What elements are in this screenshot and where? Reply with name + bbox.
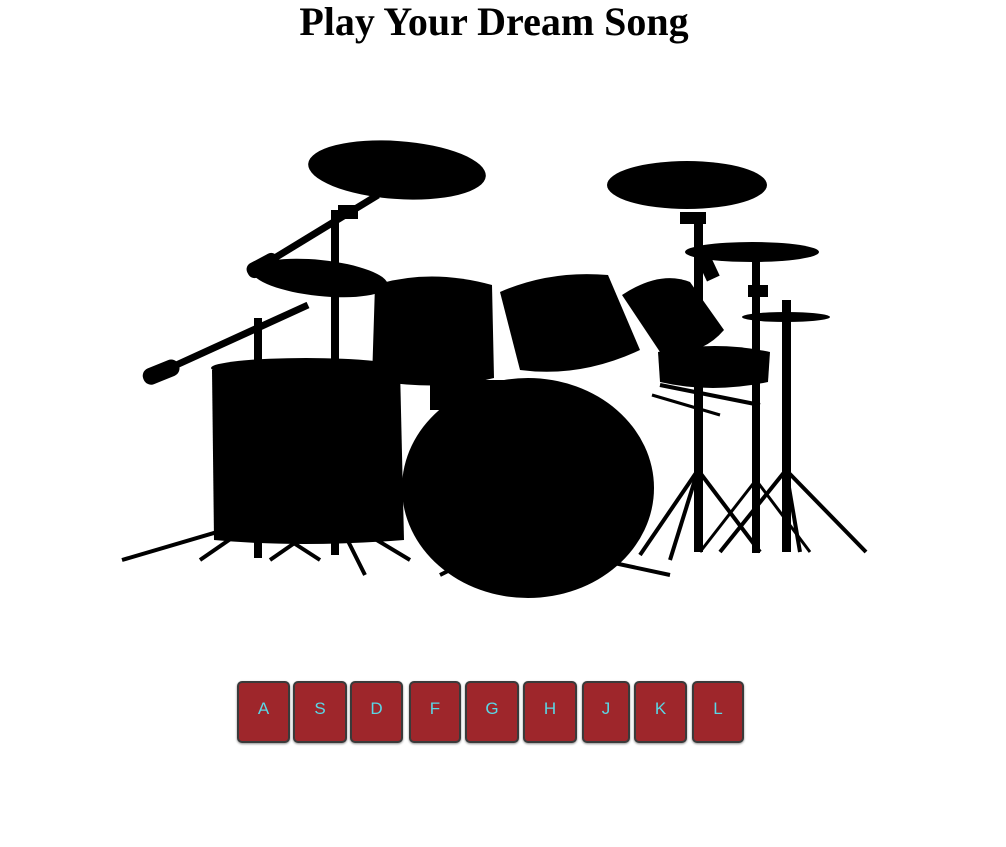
key-f-button[interactable]: F — [409, 681, 461, 743]
key-s-button[interactable]: S — [293, 681, 347, 743]
key-h-button[interactable]: H — [523, 681, 577, 743]
key-k-button[interactable]: K — [634, 681, 687, 743]
page-title: Play Your Dream Song — [299, 0, 689, 44]
key-l-button[interactable]: L — [692, 681, 744, 743]
key-a-button[interactable]: A — [237, 681, 290, 743]
key-g-button[interactable]: G — [465, 681, 519, 743]
drum-kit-icon — [121, 140, 868, 598]
key-j-button[interactable]: J — [582, 681, 630, 743]
drum-keys: A S D F G H J K L — [237, 681, 744, 743]
key-d-button[interactable]: D — [350, 681, 403, 743]
